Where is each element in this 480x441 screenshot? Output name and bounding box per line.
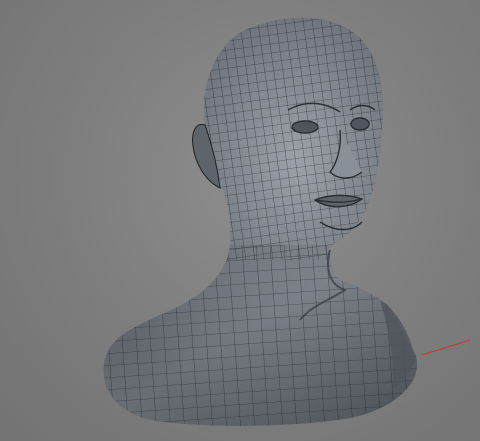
left-eye (291, 120, 319, 134)
right-eye (350, 117, 370, 131)
x-axis-line-icon (421, 339, 471, 356)
3d-viewport[interactable] (0, 0, 480, 441)
bust-mesh-model[interactable] (100, 10, 430, 441)
viewport-canvas[interactable] (0, 0, 480, 441)
head-wireframe (190, 17, 390, 260)
torso-wireframe (103, 245, 418, 426)
